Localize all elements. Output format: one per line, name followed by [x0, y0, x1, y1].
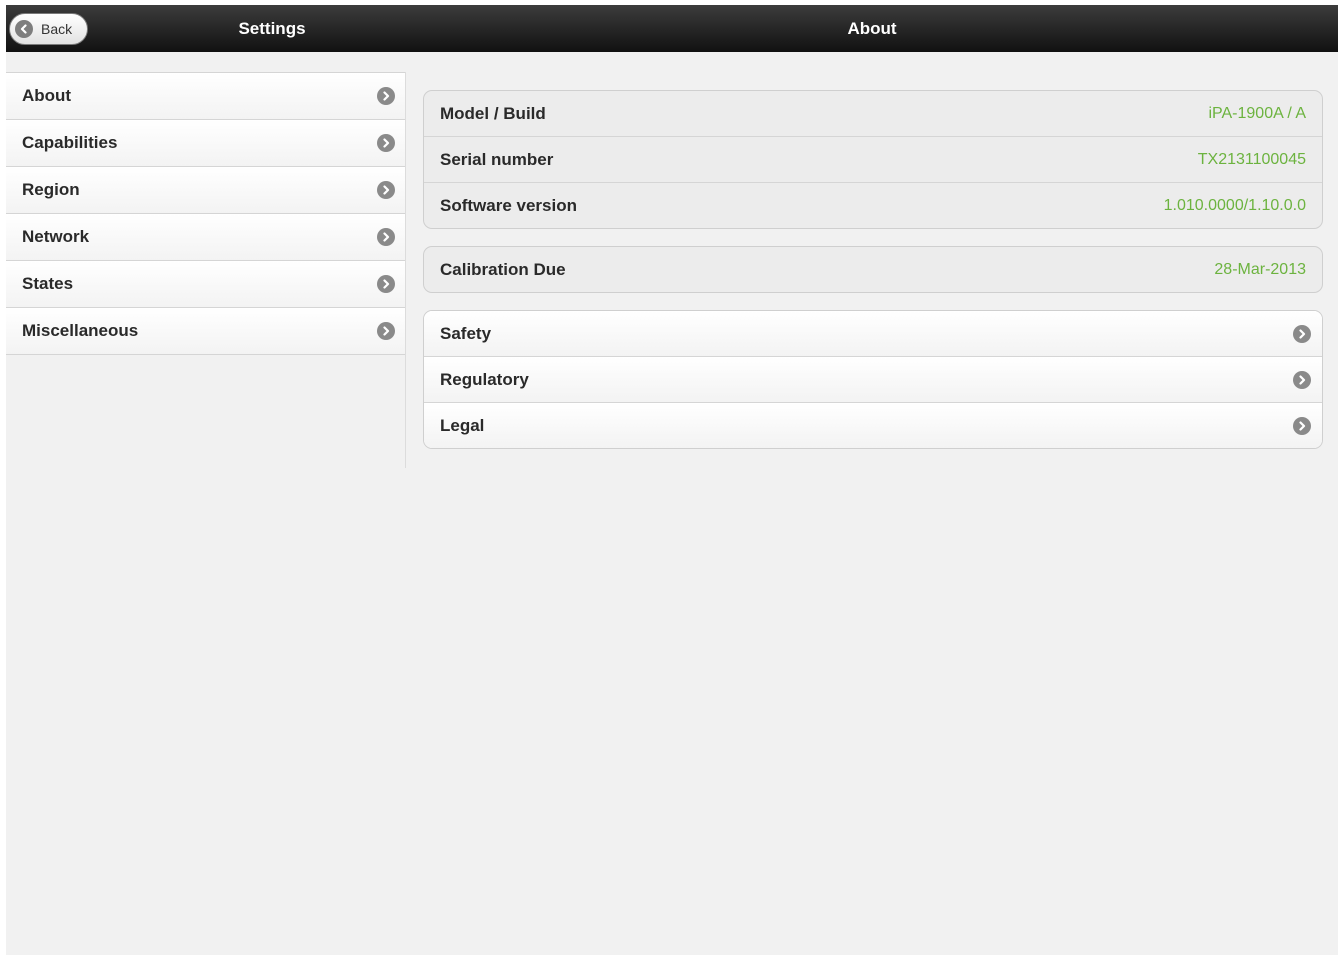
sidebar-item-capabilities[interactable]: Capabilities — [6, 120, 405, 167]
sidebar-item-label: Miscellaneous — [22, 321, 139, 340]
serial-number-value: TX2131100045 — [1197, 151, 1306, 168]
calibration-due-row: Calibration Due 28-Mar-2013 — [424, 247, 1322, 292]
model-build-label: Model / Build — [440, 104, 546, 123]
regulatory-row[interactable]: Regulatory — [424, 357, 1322, 403]
settings-category-list: About Capabilities Region Network States… — [6, 72, 405, 355]
chevron-right-circle-icon — [1293, 325, 1311, 343]
app-frame: Back Settings About About Capabilities R… — [6, 5, 1338, 955]
page-title: About — [847, 19, 897, 38]
chevron-right-circle-icon — [377, 87, 395, 105]
top-toolbar: Back Settings About — [6, 5, 1338, 52]
settings-sidebar: About Capabilities Region Network States… — [6, 72, 406, 468]
model-build-row: Model / Build iPA-1900A / A — [424, 91, 1322, 137]
back-button[interactable]: Back — [9, 13, 88, 45]
sidebar-item-label: About — [22, 86, 72, 105]
sidebar-item-states[interactable]: States — [6, 261, 405, 308]
chevron-right-circle-icon — [1293, 417, 1311, 435]
legal-label: Legal — [440, 416, 485, 435]
safety-label: Safety — [440, 324, 492, 343]
sidebar-item-label: States — [22, 274, 74, 293]
calibration-due-label: Calibration Due — [440, 260, 566, 279]
chevron-right-circle-icon — [1293, 371, 1311, 389]
chevron-right-circle-icon — [377, 228, 395, 246]
legal-links-group: Safety Regulatory Legal — [423, 310, 1323, 449]
settings-panel-title: Settings — [238, 19, 306, 38]
chevron-right-circle-icon — [377, 322, 395, 340]
chevron-right-circle-icon — [377, 275, 395, 293]
sidebar-item-label: Capabilities — [22, 133, 118, 152]
sidebar-item-miscellaneous[interactable]: Miscellaneous — [6, 308, 405, 355]
serial-number-row: Serial number TX2131100045 — [424, 137, 1322, 183]
calibration-due-value: 28-Mar-2013 — [1214, 261, 1306, 278]
sidebar-item-network[interactable]: Network — [6, 214, 405, 261]
safety-row[interactable]: Safety — [424, 311, 1322, 357]
calibration-group: Calibration Due 28-Mar-2013 — [423, 246, 1323, 293]
software-version-label: Software version — [440, 196, 577, 215]
legal-row[interactable]: Legal — [424, 403, 1322, 448]
serial-number-label: Serial number — [440, 150, 554, 169]
chevron-right-circle-icon — [377, 134, 395, 152]
about-content: Model / Build iPA-1900A / A Serial numbe… — [423, 90, 1323, 466]
chevron-right-circle-icon — [377, 181, 395, 199]
chevron-left-circle-icon — [15, 20, 33, 38]
device-info-group: Model / Build iPA-1900A / A Serial numbe… — [423, 90, 1323, 229]
software-version-value: 1.010.0000/1.10.0.0 — [1163, 197, 1306, 214]
regulatory-label: Regulatory — [440, 370, 529, 389]
sidebar-item-about[interactable]: About — [6, 73, 405, 120]
back-button-label: Back — [41, 21, 73, 37]
software-version-row: Software version 1.010.0000/1.10.0.0 — [424, 183, 1322, 228]
model-build-value: iPA-1900A / A — [1208, 105, 1306, 122]
sidebar-item-label: Region — [22, 180, 80, 199]
sidebar-item-label: Network — [22, 227, 90, 246]
sidebar-item-region[interactable]: Region — [6, 167, 405, 214]
